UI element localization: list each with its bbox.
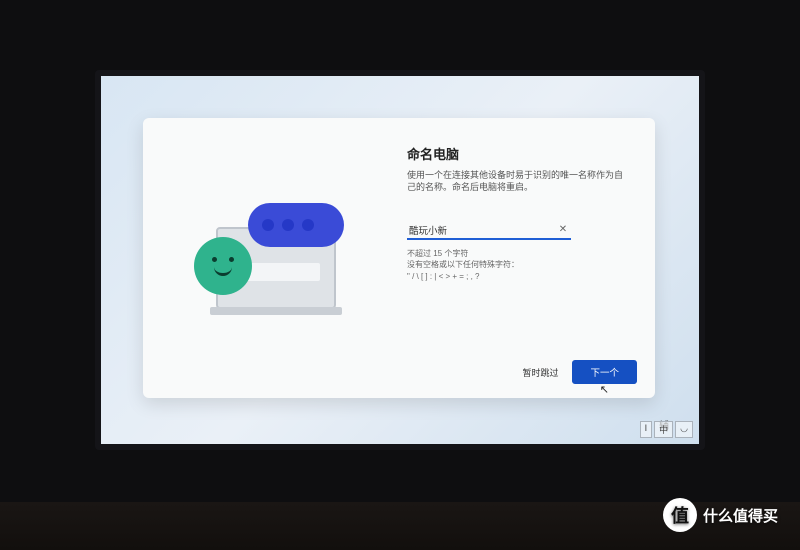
hint-line: " / \ [ ] : | < > + = ; , ? [407,271,627,282]
pc-name-input[interactable] [409,224,557,235]
watermark-text: 什么值得买 [703,505,778,526]
illustration-dot-icon [302,219,314,231]
watermark-badge-icon: 值 [663,498,697,532]
hint-line: 不超过 15 个字符 [407,248,627,259]
ime-segment[interactable]: ◡ [675,421,693,438]
hint-line: 没有空格或以下任何特殊字符： [407,259,627,270]
form-pane: 命名电脑 使用一个在连接其他设备时易于识别的唯一名称作为自己的名称。命名后电脑将… [399,118,655,398]
illustration-smiley-icon [194,237,252,295]
skip-button[interactable]: 暂时跳过 [522,366,558,379]
ime-segment[interactable]: 中 [654,421,673,438]
pc-name-field[interactable]: ✕ [407,221,571,240]
next-button[interactable]: 下一个 [572,360,637,384]
oobe-dialog: 命名电脑 使用一个在连接其他设备时易于识别的唯一名称作为自己的名称。命名后电脑将… [143,118,655,398]
laptop-screen: 命名电脑 使用一个在连接其他设备时易于识别的唯一名称作为自己的名称。命名后电脑将… [95,70,705,450]
illustration-pane [143,118,399,398]
illustration-speech-bubble-icon [248,203,344,247]
illustration-dot-icon [262,219,274,231]
clear-input-icon[interactable]: ✕ [557,224,569,235]
dialog-footer: 暂时跳过 下一个 [522,360,637,384]
mouse-cursor-icon: ↖ [600,383,609,396]
photo-background: 命名电脑 使用一个在连接其他设备时易于识别的唯一名称作为自己的名称。命名后电脑将… [0,0,800,550]
ime-indicator[interactable]: I 中 ◡ [640,421,693,438]
name-pc-illustration [176,183,366,333]
dialog-title: 命名电脑 [407,144,627,163]
input-hint: 不超过 15 个字符 没有空格或以下任何特殊字符： " / \ [ ] : | … [407,248,627,282]
illustration-dot-icon [282,219,294,231]
ime-segment[interactable]: I [640,421,653,438]
dialog-description: 使用一个在连接其他设备时易于识别的唯一名称作为自己的名称。命名后电脑将重启。 [407,169,627,193]
watermark: 值 什么值得买 [663,498,778,532]
